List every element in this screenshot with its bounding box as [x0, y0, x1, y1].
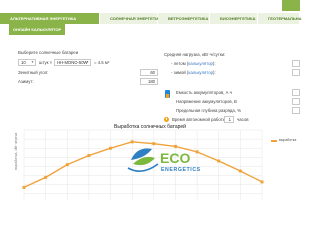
- data-point: [260, 180, 264, 184]
- data-point: [22, 185, 26, 189]
- data-point: [173, 144, 177, 148]
- data-point: [130, 140, 134, 144]
- data-point: [152, 142, 156, 146]
- data-point: [65, 163, 69, 167]
- data-point: [44, 175, 48, 179]
- logo-swoosh: [127, 163, 159, 172]
- data-point: [87, 154, 91, 158]
- data-point: [238, 169, 242, 173]
- production-chart: ECO ENERGETICS: [22, 129, 264, 200]
- logo-eco-text: ECO: [160, 150, 190, 166]
- data-point: [109, 146, 113, 150]
- eco-energetics-logo: ECO ENERGETICS: [127, 148, 201, 173]
- data-point: [217, 159, 221, 163]
- data-point: [195, 150, 199, 154]
- logo-energetics-text: ENERGETICS: [161, 167, 201, 173]
